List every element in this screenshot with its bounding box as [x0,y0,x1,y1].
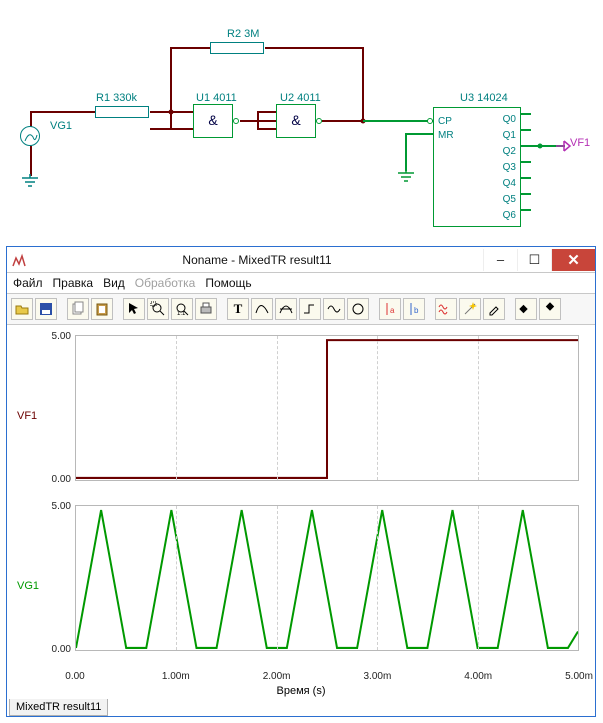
plot-frame[interactable] [75,505,579,651]
envelope-button[interactable] [323,298,345,320]
menu-edit[interactable]: Правка [53,276,94,290]
titlebar[interactable]: Noname - MixedTR result11 – ☐ ✕ [7,247,595,273]
label-u1: U1 4011 [196,92,237,104]
gate-u2: & [276,104,316,138]
maximize-button[interactable]: ☐ [517,249,551,271]
wand-button[interactable] [459,298,481,320]
copy-button[interactable] [67,298,89,320]
plot-area: VF1 5.00 0.00 VG1 5.00 0.00 [7,325,595,699]
label-vg1: VG1 [50,120,72,132]
gate-symbol: & [291,112,300,128]
xtick: 2.00m [263,671,291,682]
step-button[interactable] [299,298,321,320]
save-button[interactable] [35,298,57,320]
ground-icon [18,174,42,190]
probe-vf1 [556,139,572,153]
x-axis: 0.00 1.00m 2.00m 3.00m 4.00m 5.00m Время… [15,671,587,697]
svg-text:b: b [414,306,419,315]
window-title: Noname - MixedTR result11 [31,253,483,267]
xtick: 5.00m [565,671,593,682]
print-button[interactable] [195,298,217,320]
result-window: Noname - MixedTR result11 – ☐ ✕ Файл Пра… [6,246,596,717]
menu-view[interactable]: Вид [103,276,125,290]
label-r2: R2 3M [227,28,259,40]
label-vf1: VF1 [570,137,590,149]
minimize-button[interactable]: – [483,249,517,271]
zoom-1to1-button[interactable]: 1:1 [171,298,193,320]
xtick: 4.00m [464,671,492,682]
cursor-a-button[interactable]: a [379,298,401,320]
menu-process[interactable]: Обработка [135,276,196,290]
curve1-button[interactable] [251,298,273,320]
y-label-vf1: VF1 [17,410,37,422]
plot-vf1: VF1 5.00 0.00 [15,331,587,501]
dropper-button[interactable] [483,298,505,320]
x-label: Время (s) [277,685,326,697]
zoom-area-button[interactable] [147,298,169,320]
ytick: 0.00 [47,474,71,485]
plot-vg1: VG1 5.00 0.00 [15,501,587,671]
menu-bar: Файл Правка Вид Обработка Помощь [7,273,595,294]
arrows-lr-button[interactable] [515,298,537,320]
waves-button[interactable] [435,298,457,320]
xtick: 3.00m [363,671,391,682]
curve2-button[interactable] [275,298,297,320]
ytick: 5.00 [47,501,71,512]
schematic-canvas: R2 3M R1 330k VG1 U1 4011 & U2 4011 & [0,0,603,240]
counter-u3: CP MR Q0 Q1 Q2 Q3 Q4 Q5 Q6 [433,107,521,227]
y-label-vg1: VG1 [17,580,39,592]
arrows-ud-button[interactable] [539,298,561,320]
circle-tool-button[interactable] [347,298,369,320]
close-button[interactable]: ✕ [551,249,595,271]
text-tool-button[interactable]: T [227,298,249,320]
tab-result[interactable]: MixedTR result11 [9,699,108,716]
plot-frame[interactable] [75,335,579,481]
ytick: 0.00 [47,644,71,655]
pointer-button[interactable] [123,298,145,320]
label-r1: R1 330k [96,92,137,104]
paste-button[interactable] [91,298,113,320]
gate-u1: & [193,104,233,138]
xtick: 0.00 [65,671,84,682]
toolbar: 1:1 T a b [7,294,595,325]
label-u2: U2 4011 [280,92,321,104]
menu-help[interactable]: Помощь [205,276,251,290]
cursor-b-button[interactable]: b [403,298,425,320]
ground-icon [394,169,418,185]
ytick: 5.00 [47,331,71,342]
open-button[interactable] [11,298,33,320]
menu-file[interactable]: Файл [13,276,43,290]
resistor-r1 [95,106,149,118]
svg-text:1:1: 1:1 [177,311,186,317]
xtick: 1.00m [162,671,190,682]
svg-text:a: a [390,306,395,315]
source-vg1 [20,126,40,146]
resistor-r2 [210,42,264,54]
label-u3: U3 14024 [460,92,508,104]
app-icon [7,248,31,272]
gate-symbol: & [208,112,217,128]
